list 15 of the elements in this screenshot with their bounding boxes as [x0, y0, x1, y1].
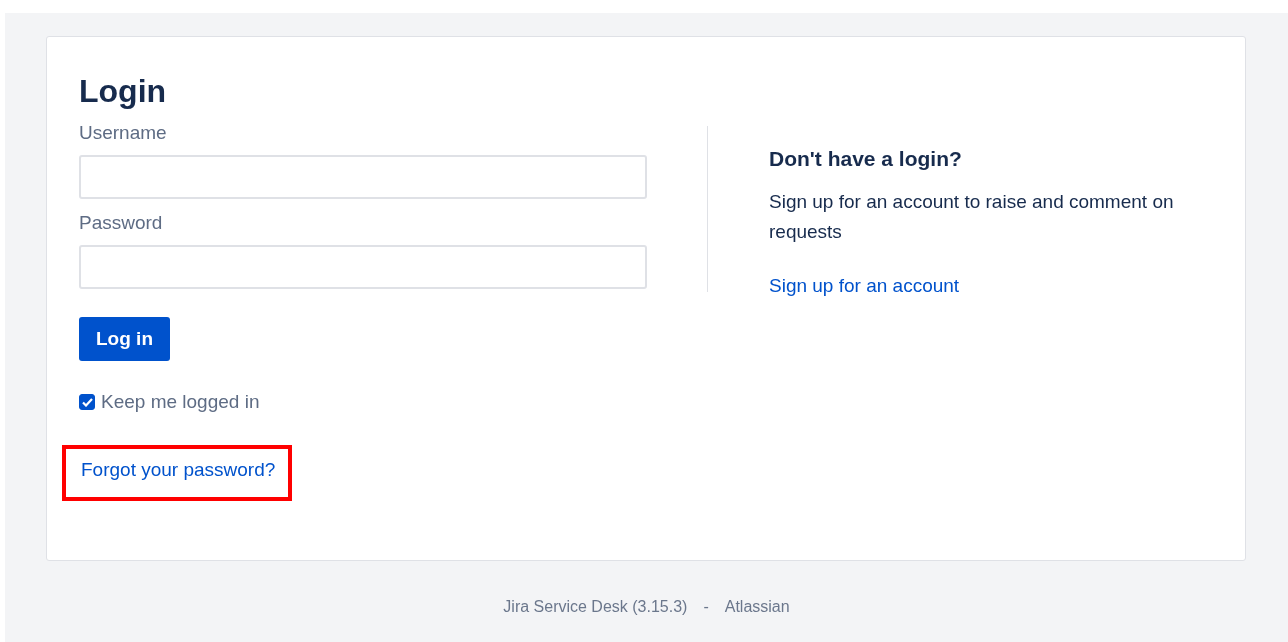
- product-version: Jira Service Desk (3.15.3): [503, 598, 688, 616]
- field-label: Username: [79, 121, 168, 145]
- input-field[interactable]: [79, 245, 647, 289]
- checkbox[interactable]: [79, 394, 95, 410]
- login-button[interactable]: Log in: [79, 317, 170, 361]
- signup-text: Sign up for an account to raise and comment on requests: [769, 190, 1174, 244]
- signup-heading: Don't have a login?: [769, 147, 963, 171]
- company-link[interactable]: Atlassian: [724, 598, 790, 616]
- forgot-password-link[interactable]: Forgot your password?: [81, 459, 276, 480]
- footer-separator: -: [703, 598, 709, 616]
- login-title: Login: [79, 72, 168, 111]
- field-label: Password: [79, 211, 164, 235]
- signup-link[interactable]: Sign up for an account: [769, 275, 960, 296]
- checkbox-label: Keep me logged in: [101, 391, 260, 413]
- input-field[interactable]: [79, 155, 647, 199]
